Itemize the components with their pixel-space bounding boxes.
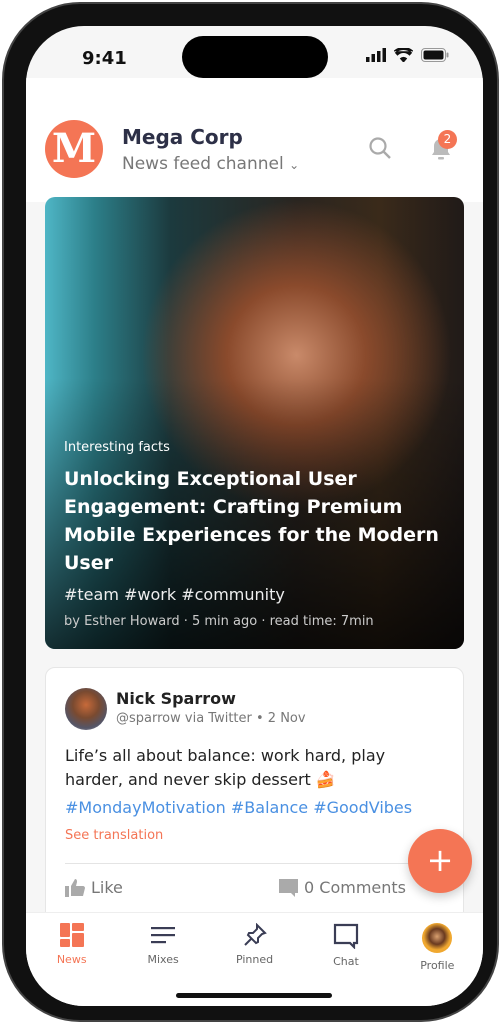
comments-label: 0 Comments: [304, 878, 406, 897]
dynamic-island: [182, 36, 328, 78]
article-title[interactable]: Unlocking Exceptional User Engagement: C…: [64, 465, 449, 577]
phone-frame: M Mega Corp News feed channel ⌄ 2 9:41 I…: [2, 2, 499, 1022]
signal-icon: [366, 48, 386, 62]
grid-icon: [59, 923, 84, 947]
like-button[interactable]: Like: [65, 878, 123, 897]
featured-article-card[interactable]: Interesting facts Unlocking Exceptional …: [45, 197, 464, 649]
bottom-tab-bar: News Mixes Pinned Chat Profile: [26, 912, 483, 1006]
home-indicator: [176, 993, 332, 998]
chevron-down-icon: ⌄: [289, 158, 300, 172]
like-label: Like: [91, 878, 123, 897]
app-header: M Mega Corp News feed channel ⌄ 2: [26, 78, 483, 202]
article-category: Interesting facts: [64, 440, 170, 455]
post-author[interactable]: Nick Sparrow: [116, 689, 236, 708]
tab-label: News: [56, 953, 87, 966]
avatar[interactable]: [65, 688, 107, 730]
company-name: Mega Corp: [122, 125, 243, 149]
status-time: 9:41: [82, 48, 127, 69]
channel-selector[interactable]: News feed channel ⌄: [122, 154, 299, 174]
tab-label: Profile: [420, 959, 455, 972]
post-hashtags[interactable]: #MondayMotivation #Balance #GoodVibes: [65, 798, 412, 817]
social-post-card: Nick Sparrow @sparrow via Twitter • 2 No…: [45, 667, 464, 927]
see-translation-link[interactable]: See translation: [65, 828, 163, 843]
wifi-icon: [394, 48, 413, 62]
tab-label: Chat: [333, 955, 359, 968]
article-tags[interactable]: #team #work #community: [64, 585, 449, 604]
screen: M Mega Corp News feed channel ⌄ 2 9:41 I…: [26, 26, 483, 1006]
tab-profile[interactable]: Profile: [392, 913, 483, 1006]
divider: [65, 863, 444, 864]
notification-badge: 2: [438, 130, 457, 149]
tab-news[interactable]: News: [26, 913, 117, 1006]
status-icons: [366, 48, 449, 62]
comment-icon: [279, 878, 298, 897]
pin-icon: [243, 923, 267, 946]
list-icon: [151, 927, 176, 944]
post-meta: @sparrow via Twitter • 2 Nov: [116, 711, 306, 726]
tab-label: Pinned: [235, 953, 274, 966]
comments-button[interactable]: 0 Comments: [279, 878, 406, 897]
search-icon[interactable]: [368, 136, 392, 160]
channel-label: News feed channel: [122, 154, 284, 174]
article-byline: by Esther Howard · 5 min ago · read time…: [64, 614, 374, 629]
company-logo: M: [45, 120, 103, 178]
avatar: [422, 923, 453, 953]
create-post-button[interactable]: +: [408, 829, 472, 893]
battery-icon: [421, 48, 449, 62]
chat-icon: [333, 923, 359, 949]
thumbs-up-icon: [65, 878, 85, 897]
post-body: Life’s all about balance: work hard, pla…: [65, 746, 386, 789]
tab-label: Mixes: [147, 953, 179, 966]
